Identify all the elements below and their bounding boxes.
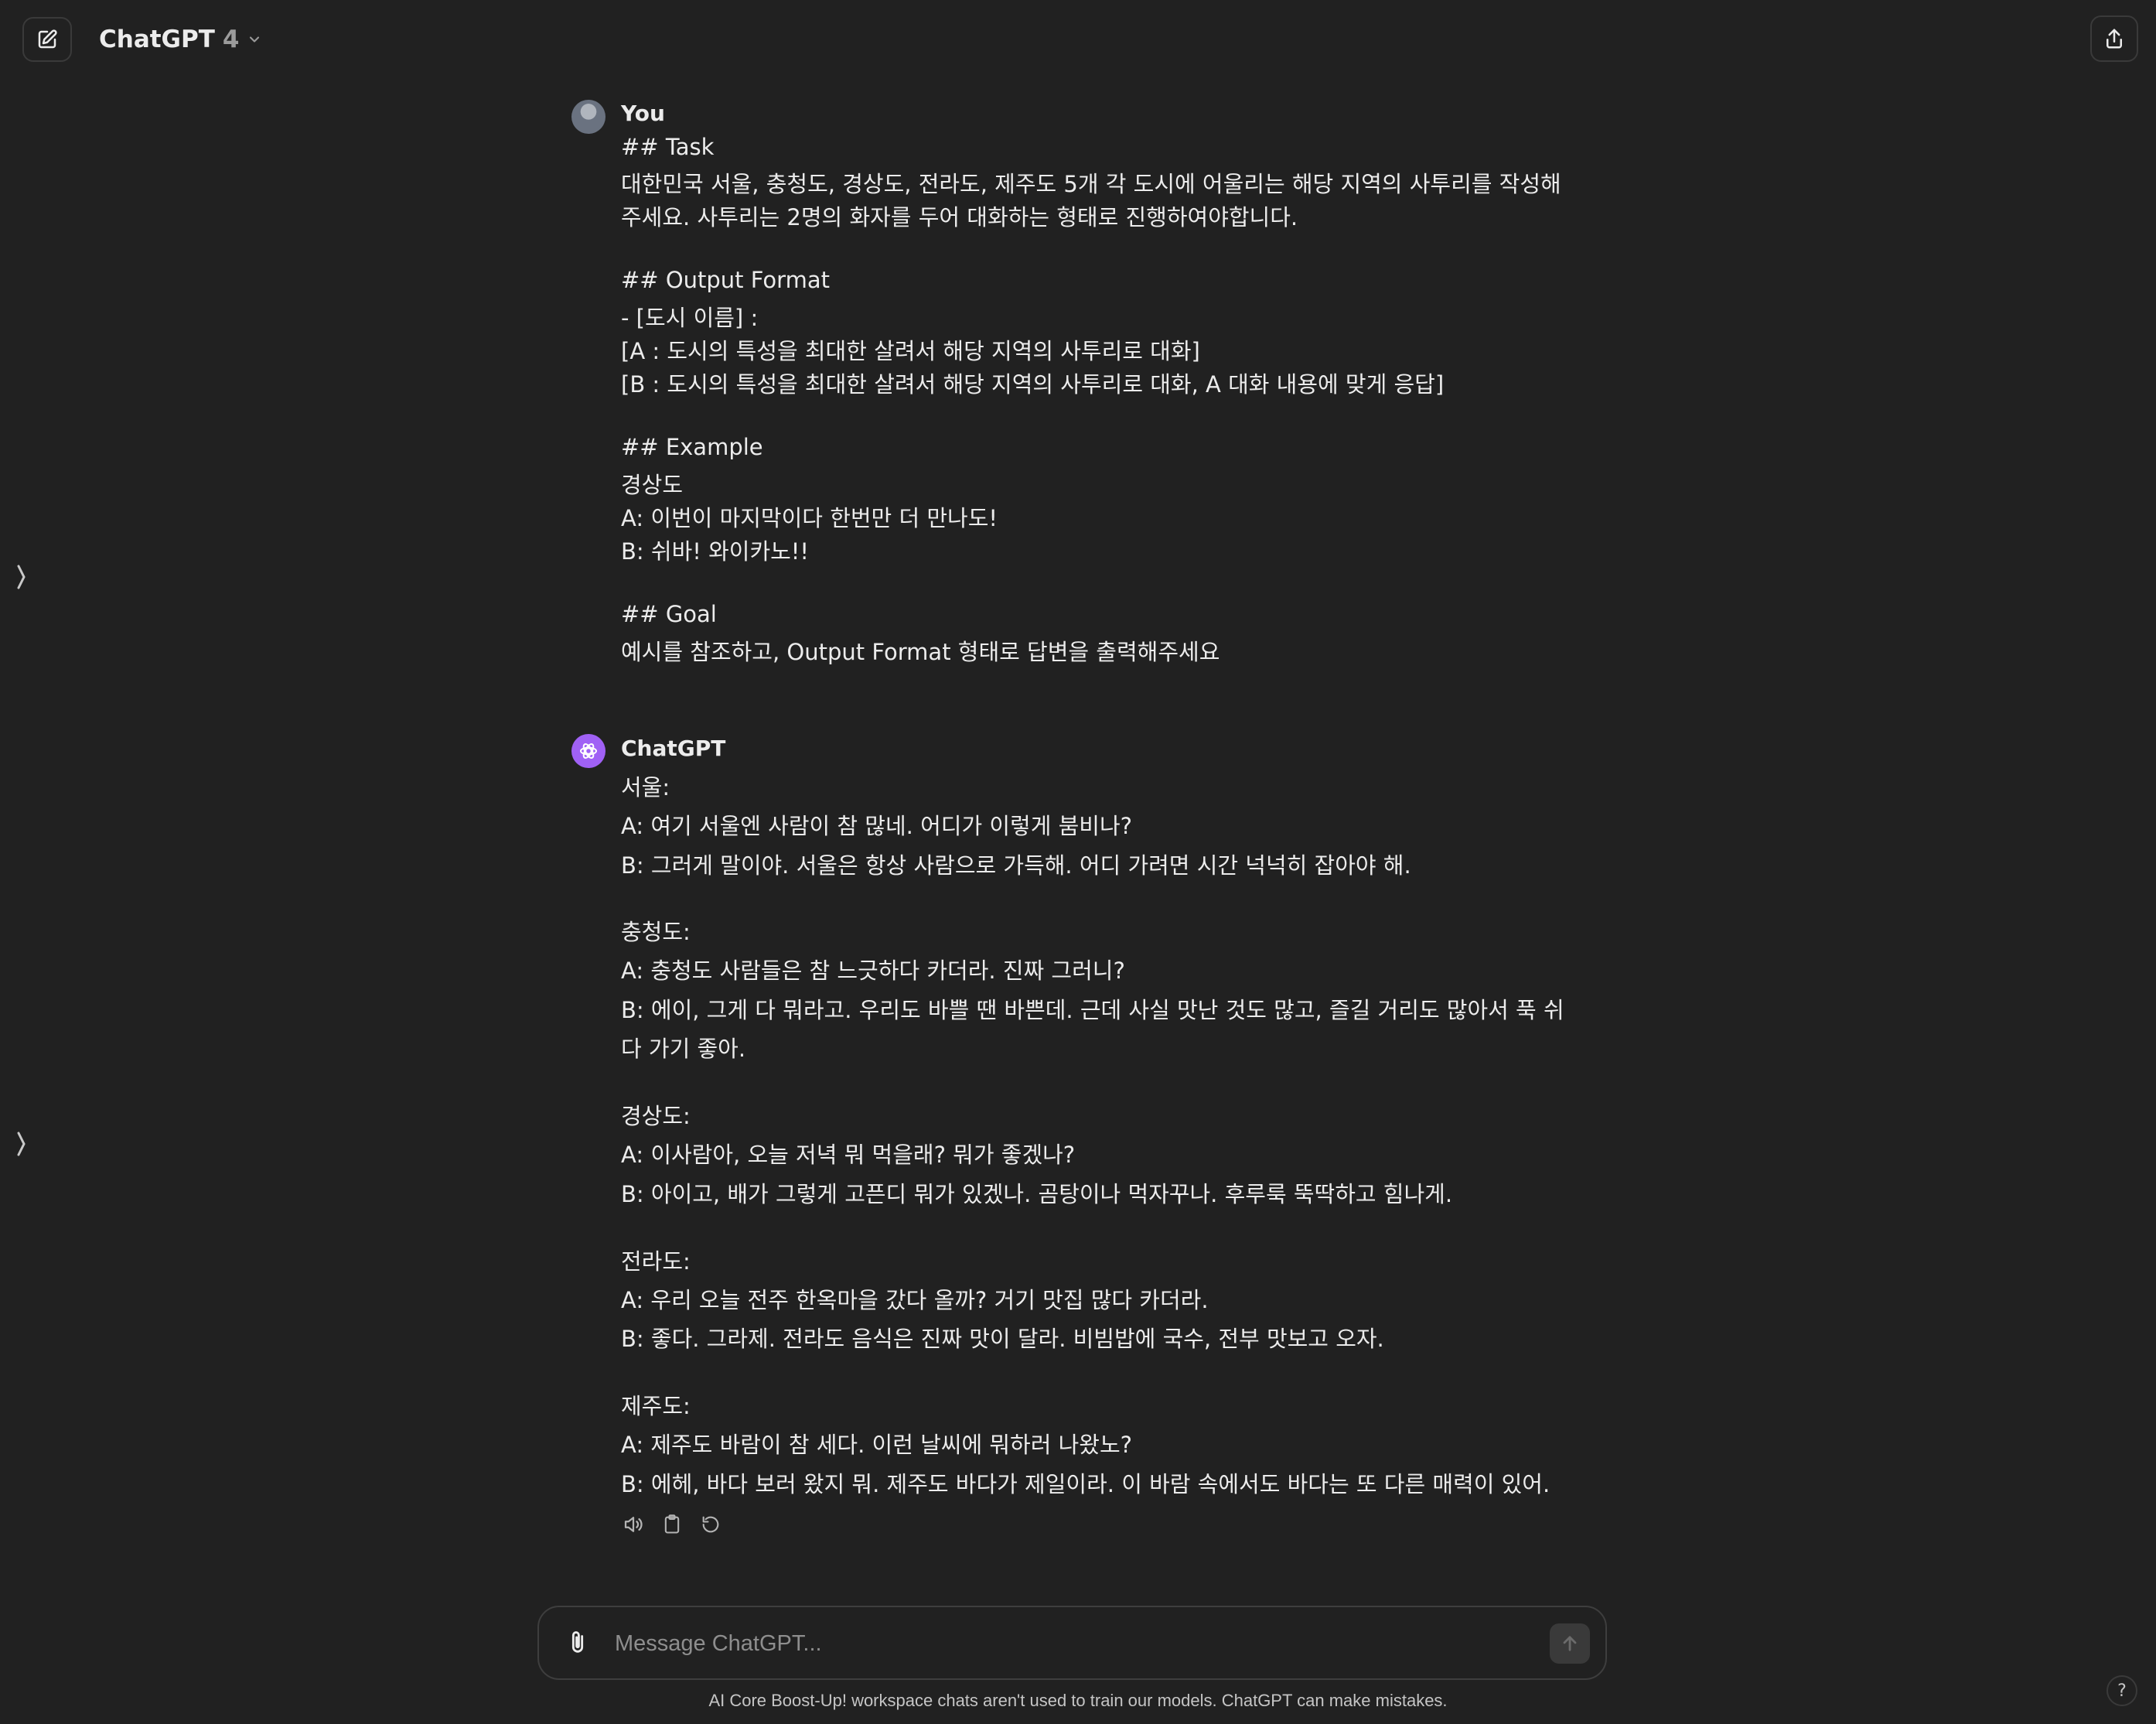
- model-version: 4: [222, 26, 240, 53]
- assistant-message-line: B: 에헤, 바다 보러 왔지 뭐. 제주도 바다가 제일이라. 이 바람 속에…: [621, 1471, 1550, 1497]
- share-button[interactable]: [2090, 15, 2138, 62]
- share-upload-icon: [2107, 29, 2122, 49]
- user-author-label: You: [621, 101, 665, 126]
- chevron-right-icon: [17, 565, 26, 589]
- assistant-message-line: 서울:: [621, 774, 670, 801]
- assistant-avatar: [571, 734, 606, 768]
- assistant-message-line: A: 여기 서울엔 사람이 참 많네. 어디가 이렇게 붐비나?: [621, 813, 1133, 839]
- assistant-message-line: B: 그러게 말이야. 서울은 항상 사람으로 가득해. 어디 가려면 시간 넉…: [621, 852, 1411, 879]
- clipboard-icon: [664, 1514, 680, 1534]
- assistant-message-line: A: 우리 오늘 전주 한옥마을 갔다 올까? 거기 맛집 많다 카더라.: [621, 1287, 1209, 1313]
- chevron-down-icon: [250, 36, 260, 43]
- user-message-line: - [도시 이름] :: [621, 305, 759, 331]
- assistant-message-line: 경상도:: [621, 1103, 691, 1129]
- help-button[interactable]: ?: [2107, 1675, 2137, 1706]
- refresh-icon: [702, 1516, 719, 1533]
- model-selector[interactable]: ChatGPT 4: [99, 20, 262, 59]
- assistant-message-line: 충청도:: [621, 919, 691, 945]
- copy-button[interactable]: [660, 1512, 684, 1537]
- read-aloud-button[interactable]: [621, 1512, 646, 1537]
- user-message-line: 예시를 참조하고, Output Format 형태로 답변을 출력해주세요: [621, 639, 1220, 665]
- paperclip-icon: [571, 1631, 584, 1653]
- user-message-line: B: 쉬바! 와이카노!!: [621, 538, 810, 565]
- user-message-line: 대한민국 서울, 충청도, 경상도, 전라도, 제주도 5개 각 도시에 어울리…: [621, 171, 1561, 197]
- assistant-message-line: A: 이사람아, 오늘 저녁 뭐 먹을래? 뭐가 좋겠나?: [621, 1142, 1076, 1168]
- sidebar-toggle-bottom[interactable]: [14, 1128, 32, 1162]
- send-button[interactable]: [1550, 1623, 1590, 1664]
- message-input[interactable]: [613, 1621, 1467, 1666]
- user-message-line: A: 이번이 마지막이다 한번만 더 만나도!: [621, 505, 998, 531]
- assistant-author-label: ChatGPT: [621, 736, 726, 761]
- message-actions: [621, 1512, 723, 1537]
- user-message-line: 주세요. 사투리는 2명의 화자를 두어 대화하는 형태로 진행하여야합니다.: [621, 204, 1298, 230]
- assistant-message-line: 다 가기 좋아.: [621, 1036, 746, 1062]
- user-message-line: [B : 도시의 특성을 최대한 살려서 해당 지역의 사투리로 대화, A 대…: [621, 371, 1445, 398]
- chevron-right-icon: [17, 1132, 26, 1156]
- regenerate-button[interactable]: [698, 1512, 723, 1537]
- user-message-line: ## Goal: [621, 601, 717, 627]
- assistant-message-line: A: 제주도 바람이 참 세다. 이런 날씨에 뭐하러 나왔노?: [621, 1432, 1133, 1458]
- assistant-message-line: B: 에이, 그게 다 뭐라고. 우리도 바쁠 땐 바쁜데. 근데 사실 맛난 …: [621, 997, 1564, 1023]
- user-message-line: ## Task: [621, 134, 715, 160]
- assistant-message-line: A: 충청도 사람들은 참 느긋하다 카더라. 진짜 그러니?: [621, 958, 1125, 984]
- openai-logo-icon: [580, 743, 597, 759]
- user-message-line: ## Output Format: [621, 267, 830, 293]
- user-message-line: 경상도: [621, 472, 684, 498]
- assistant-message-line: B: 아이고, 배가 그렇게 고픈디 뭐가 있겠나. 곰탕이나 먹자꾸나. 후루…: [621, 1181, 1453, 1207]
- model-name: ChatGPT: [99, 26, 215, 53]
- footer-disclaimer: AI Core Boost-Up! workspace chats aren't…: [708, 1691, 1448, 1710]
- speaker-icon: [624, 1517, 643, 1532]
- attach-button[interactable]: [562, 1626, 593, 1660]
- arrow-up-icon: [1563, 1636, 1577, 1651]
- user-avatar: [571, 100, 606, 134]
- user-message-line: [A : 도시의 특성을 최대한 살려서 해당 지역의 사투리로 대화]: [621, 338, 1200, 364]
- assistant-message-line: 전라도:: [621, 1248, 691, 1275]
- new-chat-button[interactable]: [22, 17, 72, 62]
- message-composer: [537, 1606, 1607, 1680]
- assistant-message-line: B: 좋다. 그라제. 전라도 음식은 진짜 맛이 달라. 비빔밥에 국수, 전…: [621, 1326, 1384, 1352]
- sidebar-toggle-top[interactable]: [14, 562, 32, 596]
- pencil-square-icon: [38, 29, 57, 49]
- assistant-message-line: 제주도:: [621, 1393, 691, 1419]
- user-message-line: ## Example: [621, 434, 763, 460]
